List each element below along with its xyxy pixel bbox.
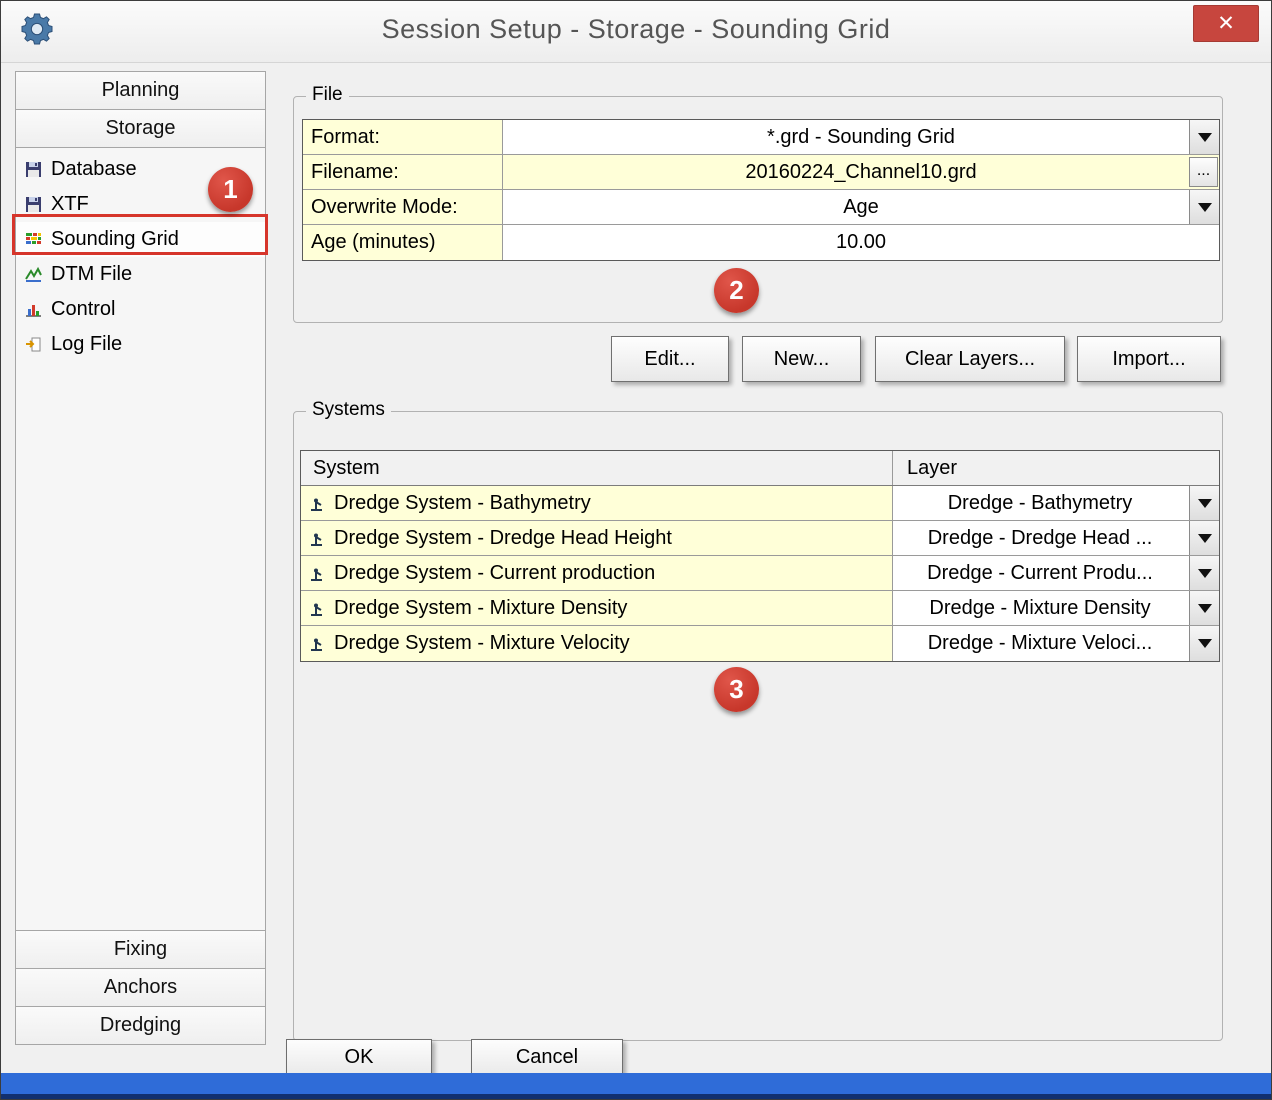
dtm-file-icon xyxy=(25,266,42,283)
filename-value-text: 20160224_Channel10.grd xyxy=(745,161,976,184)
file-row-overwrite-mode: Overwrite Mode: Age xyxy=(303,190,1219,225)
layer-cell[interactable]: Dredge - Mixture Veloci... xyxy=(893,626,1219,661)
overwrite-mode-value-text: Age xyxy=(843,196,879,219)
layer-cell[interactable]: Dredge - Dredge Head ... xyxy=(893,521,1219,555)
systems-group-title: Systems xyxy=(306,399,391,421)
system-cell-text: Dredge System - Mixture Velocity xyxy=(334,632,630,655)
file-command-buttons: Edit... New... Clear Layers... Import... xyxy=(1,336,1272,382)
sidebar-section-fixing[interactable]: Fixing xyxy=(16,930,265,968)
layer-cell-text: Dredge - Mixture Veloci... xyxy=(928,632,1153,655)
sidebar-item-sounding-grid[interactable]: Sounding Grid xyxy=(16,222,265,257)
dredge-system-icon xyxy=(309,600,326,617)
bottom-blue-band xyxy=(1,1073,1271,1100)
database-icon xyxy=(25,161,42,178)
dredge-system-icon xyxy=(309,530,326,547)
table-row: Dredge System - Bathymetry Dredge - Bath… xyxy=(301,486,1219,521)
clear-layers-button[interactable]: Clear Layers... xyxy=(875,336,1065,382)
file-group-title: File xyxy=(306,84,349,106)
sidebar-section-anchors[interactable]: Anchors xyxy=(16,968,265,1006)
overwrite-mode-dropdown-icon[interactable] xyxy=(1189,190,1219,224)
age-minutes-value[interactable]: 10.00 xyxy=(503,225,1219,260)
browse-button[interactable]: ... xyxy=(1189,157,1218,187)
layer-dropdown-icon[interactable] xyxy=(1189,521,1219,555)
session-setup-dialog: Session Setup - Storage - Sounding Grid … xyxy=(0,0,1272,1100)
sidebar-section-storage[interactable]: Storage xyxy=(16,110,265,148)
annotation-badge-1: 1 xyxy=(208,167,253,212)
layer-dropdown-icon[interactable] xyxy=(1189,486,1219,520)
annotation-badge-3: 3 xyxy=(714,667,759,712)
dredge-system-icon xyxy=(309,565,326,582)
system-cell-text: Dredge System - Current production xyxy=(334,562,655,585)
system-cell-text: Dredge System - Bathymetry xyxy=(334,492,591,515)
file-row-filename: Filename: 20160224_Channel10.grd ... xyxy=(303,155,1219,190)
table-row: Dredge System - Mixture Velocity Dredge … xyxy=(301,626,1219,661)
control-icon xyxy=(25,301,42,318)
sidebar-item-label: Database xyxy=(51,158,137,181)
sidebar-item-label: DTM File xyxy=(51,263,132,286)
close-button[interactable]: ✕ xyxy=(1193,5,1259,42)
system-cell-text: Dredge System - Dredge Head Height xyxy=(334,527,672,550)
dredge-system-icon xyxy=(309,635,326,652)
table-row: Dredge System - Mixture Density Dredge -… xyxy=(301,591,1219,626)
sidebar-item-label: XTF xyxy=(51,193,89,216)
format-label: Format: xyxy=(303,120,503,154)
overwrite-mode-label: Overwrite Mode: xyxy=(303,190,503,224)
file-row-format: Format: *.grd - Sounding Grid xyxy=(303,120,1219,155)
sidebar-spacer xyxy=(16,362,265,930)
sounding-grid-icon xyxy=(25,231,42,248)
layer-cell-text: Dredge - Bathymetry xyxy=(948,492,1133,515)
dredge-system-icon xyxy=(309,495,326,512)
sidebar-section-dredging[interactable]: Dredging xyxy=(16,1006,265,1044)
filename-value[interactable]: 20160224_Channel10.grd ... xyxy=(503,155,1219,189)
file-row-age-minutes: Age (minutes) 10.00 xyxy=(303,225,1219,260)
table-row: Dredge System - Current production Dredg… xyxy=(301,556,1219,591)
layer-cell[interactable]: Dredge - Mixture Density xyxy=(893,591,1219,625)
annotation-badge-2: 2 xyxy=(714,268,759,313)
sidebar-section-planning[interactable]: Planning xyxy=(16,72,265,110)
system-cell[interactable]: Dredge System - Bathymetry xyxy=(301,486,893,520)
import-button[interactable]: Import... xyxy=(1077,336,1221,382)
table-row: Dredge System - Dredge Head Height Dredg… xyxy=(301,521,1219,556)
system-cell[interactable]: Dredge System - Mixture Velocity xyxy=(301,626,893,661)
overwrite-mode-value[interactable]: Age xyxy=(503,190,1219,224)
system-cell-text: Dredge System - Mixture Density xyxy=(334,597,627,620)
layer-dropdown-icon[interactable] xyxy=(1189,556,1219,590)
sidebar: Planning Storage Database XTF xyxy=(15,71,266,1045)
layer-cell-text: Dredge - Current Produ... xyxy=(927,562,1153,585)
edit-button[interactable]: Edit... xyxy=(611,336,729,382)
layer-cell-text: Dredge - Dredge Head ... xyxy=(928,527,1153,550)
format-value-text: *.grd - Sounding Grid xyxy=(767,126,955,149)
filename-label: Filename: xyxy=(303,155,503,189)
systems-table: System Layer Dredge System - Bathymetry … xyxy=(300,450,1220,662)
age-minutes-label: Age (minutes) xyxy=(303,225,503,260)
system-cell[interactable]: Dredge System - Current production xyxy=(301,556,893,590)
systems-group: Systems System Layer Dredge System - Bat… xyxy=(293,411,1223,1041)
sidebar-item-label: Control xyxy=(51,298,115,321)
sidebar-item-dtm-file[interactable]: DTM File xyxy=(16,257,265,292)
system-cell[interactable]: Dredge System - Mixture Density xyxy=(301,591,893,625)
titlebar: Session Setup - Storage - Sounding Grid … xyxy=(1,1,1271,63)
layer-dropdown-icon[interactable] xyxy=(1189,626,1219,661)
system-cell[interactable]: Dredge System - Dredge Head Height xyxy=(301,521,893,555)
layer-cell-text: Dredge - Mixture Density xyxy=(929,597,1150,620)
layer-cell[interactable]: Dredge - Bathymetry xyxy=(893,486,1219,520)
layer-column-header: Layer xyxy=(893,451,1219,485)
new-button[interactable]: New... xyxy=(742,336,861,382)
systems-table-header: System Layer xyxy=(301,451,1219,486)
age-minutes-value-text: 10.00 xyxy=(836,231,886,254)
format-value[interactable]: *.grd - Sounding Grid xyxy=(503,120,1219,154)
format-dropdown-icon[interactable] xyxy=(1189,120,1219,154)
xtf-icon xyxy=(25,196,42,213)
layer-cell[interactable]: Dredge - Current Produ... xyxy=(893,556,1219,590)
sidebar-item-control[interactable]: Control xyxy=(16,292,265,327)
window-title: Session Setup - Storage - Sounding Grid xyxy=(1,14,1271,45)
layer-dropdown-icon[interactable] xyxy=(1189,591,1219,625)
sidebar-item-label: Sounding Grid xyxy=(51,228,179,251)
system-column-header: System xyxy=(301,451,893,485)
file-table: Format: *.grd - Sounding Grid Filename: … xyxy=(302,119,1220,261)
